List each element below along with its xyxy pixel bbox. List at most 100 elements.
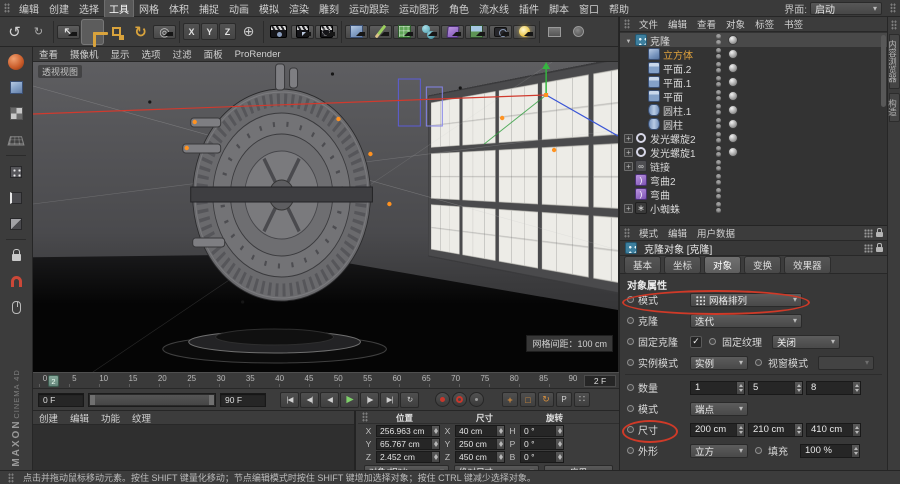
viewport-solo-button[interactable] xyxy=(567,19,590,45)
object-row-2[interactable]: 平面.2 xyxy=(620,61,887,75)
object-row-10[interactable]: 弯曲2 xyxy=(620,173,887,187)
menubar-item-4[interactable]: 网格 xyxy=(134,0,164,18)
viewport-menu-5[interactable]: 面板 xyxy=(198,46,229,62)
keyframe-dot[interactable] xyxy=(627,384,634,391)
om-menu-5[interactable]: 书签 xyxy=(779,16,808,32)
om-menu-2[interactable]: 查看 xyxy=(692,16,721,32)
position-y-field[interactable]: 65.767 cm xyxy=(376,438,440,450)
menubar-item-17[interactable]: 窗口 xyxy=(574,0,604,18)
position-z-field[interactable]: 2.452 cm xyxy=(376,451,440,463)
phong-tag-icon[interactable] xyxy=(728,91,738,101)
phong-tag-icon[interactable] xyxy=(728,119,738,129)
size-x-field[interactable]: 200 cm xyxy=(690,423,745,437)
size-x-field[interactable]: 40 cm xyxy=(455,425,505,437)
expand-icon[interactable] xyxy=(624,148,633,157)
spinner[interactable] xyxy=(794,424,802,436)
viewport-menu-1[interactable]: 摄像机 xyxy=(64,46,105,62)
visibility-dots[interactable] xyxy=(716,48,721,60)
range-start-field[interactable]: 0 F xyxy=(38,393,84,407)
menubar-item-5[interactable]: 体积 xyxy=(164,0,194,18)
current-frame-marker[interactable]: 2 xyxy=(48,375,59,387)
keyframe-dot[interactable] xyxy=(627,317,634,324)
spinner[interactable] xyxy=(851,445,859,457)
attr-menu-0[interactable]: 模式 xyxy=(634,225,663,241)
polygons-mode-button[interactable] xyxy=(3,212,29,235)
material-menu-0[interactable]: 创建 xyxy=(33,410,64,426)
menubar-item-6[interactable]: 捕捉 xyxy=(194,0,224,18)
spinner[interactable] xyxy=(794,382,802,394)
texture-mode-button[interactable] xyxy=(3,102,29,125)
rotation-b-field[interactable]: 0 ° xyxy=(520,451,564,463)
menubar-item-12[interactable]: 运动图形 xyxy=(394,0,444,18)
visibility-dots[interactable] xyxy=(716,34,721,46)
spinner[interactable] xyxy=(496,426,504,436)
mode-dropdown[interactable]: 网格排列 xyxy=(690,293,802,307)
collapse-icon[interactable] xyxy=(623,35,634,46)
live-selection-button[interactable] xyxy=(57,25,80,39)
spinner[interactable] xyxy=(496,452,504,462)
lock-z-axis-button[interactable]: Z xyxy=(219,23,236,40)
key-parameter-toggle[interactable] xyxy=(556,392,572,407)
phong-tag-icon[interactable] xyxy=(728,133,738,143)
render-picture-viewer-button[interactable] xyxy=(291,25,314,39)
panel-grip-icon[interactable] xyxy=(624,228,630,238)
visibility-dots[interactable] xyxy=(716,62,721,74)
viewport-menu-6[interactable]: ProRender xyxy=(229,48,287,61)
preview-range-slider[interactable] xyxy=(88,393,216,407)
spinner[interactable] xyxy=(431,426,439,436)
endpoint-mode-dropdown[interactable]: 端点 xyxy=(690,402,748,416)
panel-grip-icon[interactable] xyxy=(624,19,630,29)
menubar-item-18[interactable]: 帮助 xyxy=(604,0,634,18)
phong-tag-icon[interactable] xyxy=(728,147,738,157)
keyframe-dot[interactable] xyxy=(709,338,716,345)
instance-mode-dropdown[interactable]: 实例 xyxy=(690,356,748,370)
viewport-menu-4[interactable]: 过滤 xyxy=(167,46,198,62)
autokey-button[interactable] xyxy=(452,392,467,407)
goto-start-button[interactable]: |◀ xyxy=(280,392,299,408)
phong-tag-icon[interactable] xyxy=(728,63,738,73)
dock-tab-0[interactable]: 内容浏览器 xyxy=(889,34,900,89)
spinner[interactable] xyxy=(852,382,860,394)
visibility-dots[interactable] xyxy=(716,132,721,144)
coordinate-system-button[interactable] xyxy=(237,19,260,45)
keyframe-dot[interactable] xyxy=(627,359,634,366)
camera-button[interactable] xyxy=(489,25,512,39)
om-menu-4[interactable]: 标签 xyxy=(750,16,779,32)
timeline-ruler[interactable]: 0 5 10 15 20 25 30 35 40 45 50 55 60 65 70 75 80 85 90 2 2… xyxy=(33,372,619,389)
om-menu-3[interactable]: 对象 xyxy=(721,16,750,32)
attr-tab-4[interactable]: 效果器 xyxy=(784,256,831,274)
subdivision-surface-button[interactable] xyxy=(393,25,416,39)
menubar-item-7[interactable]: 动画 xyxy=(224,0,254,18)
object-row-3[interactable]: 平面.1 xyxy=(620,75,887,89)
mouse-move-icon[interactable] xyxy=(3,296,29,319)
visibility-dots[interactable] xyxy=(716,188,721,200)
attr-tab-3[interactable]: 变换 xyxy=(744,256,781,274)
visibility-dots[interactable] xyxy=(716,104,721,116)
form-dropdown[interactable]: 立方 xyxy=(690,444,748,458)
add-cube-button[interactable] xyxy=(345,25,368,39)
keyframe-dot[interactable] xyxy=(627,405,634,412)
menubar-item-1[interactable]: 创建 xyxy=(44,0,74,18)
rotation-p-field[interactable]: 0 ° xyxy=(520,438,564,450)
object-row-0[interactable]: 克隆 xyxy=(620,33,887,47)
phong-tag-icon[interactable] xyxy=(728,77,738,87)
dock-tab-1[interactable]: 构造 xyxy=(889,93,900,122)
last-used-tool-button[interactable] xyxy=(153,25,176,39)
workplane-mode-button[interactable] xyxy=(3,128,29,151)
lock-icon[interactable] xyxy=(876,232,883,237)
keyframe-dot[interactable] xyxy=(627,426,634,433)
menubar-item-11[interactable]: 运动跟踪 xyxy=(344,0,394,18)
viewport-menu-3[interactable]: 选项 xyxy=(136,46,167,62)
next-key-button[interactable]: |▶ xyxy=(360,392,379,408)
display-filter-button[interactable] xyxy=(543,19,566,45)
snap-magnet-icon[interactable] xyxy=(3,270,29,293)
goto-end-button[interactable]: ▶| xyxy=(380,392,399,408)
grid-icon[interactable] xyxy=(864,229,873,238)
spinner[interactable] xyxy=(496,439,504,449)
fill-field[interactable]: 100 % xyxy=(800,444,860,458)
viewport-menu-0[interactable]: 查看 xyxy=(33,46,64,62)
lock-x-axis-button[interactable]: X xyxy=(183,23,200,40)
object-row-4[interactable]: 平面 xyxy=(620,89,887,103)
key-rotation-toggle[interactable] xyxy=(538,392,554,407)
object-row-11[interactable]: 弯曲 xyxy=(620,187,887,201)
